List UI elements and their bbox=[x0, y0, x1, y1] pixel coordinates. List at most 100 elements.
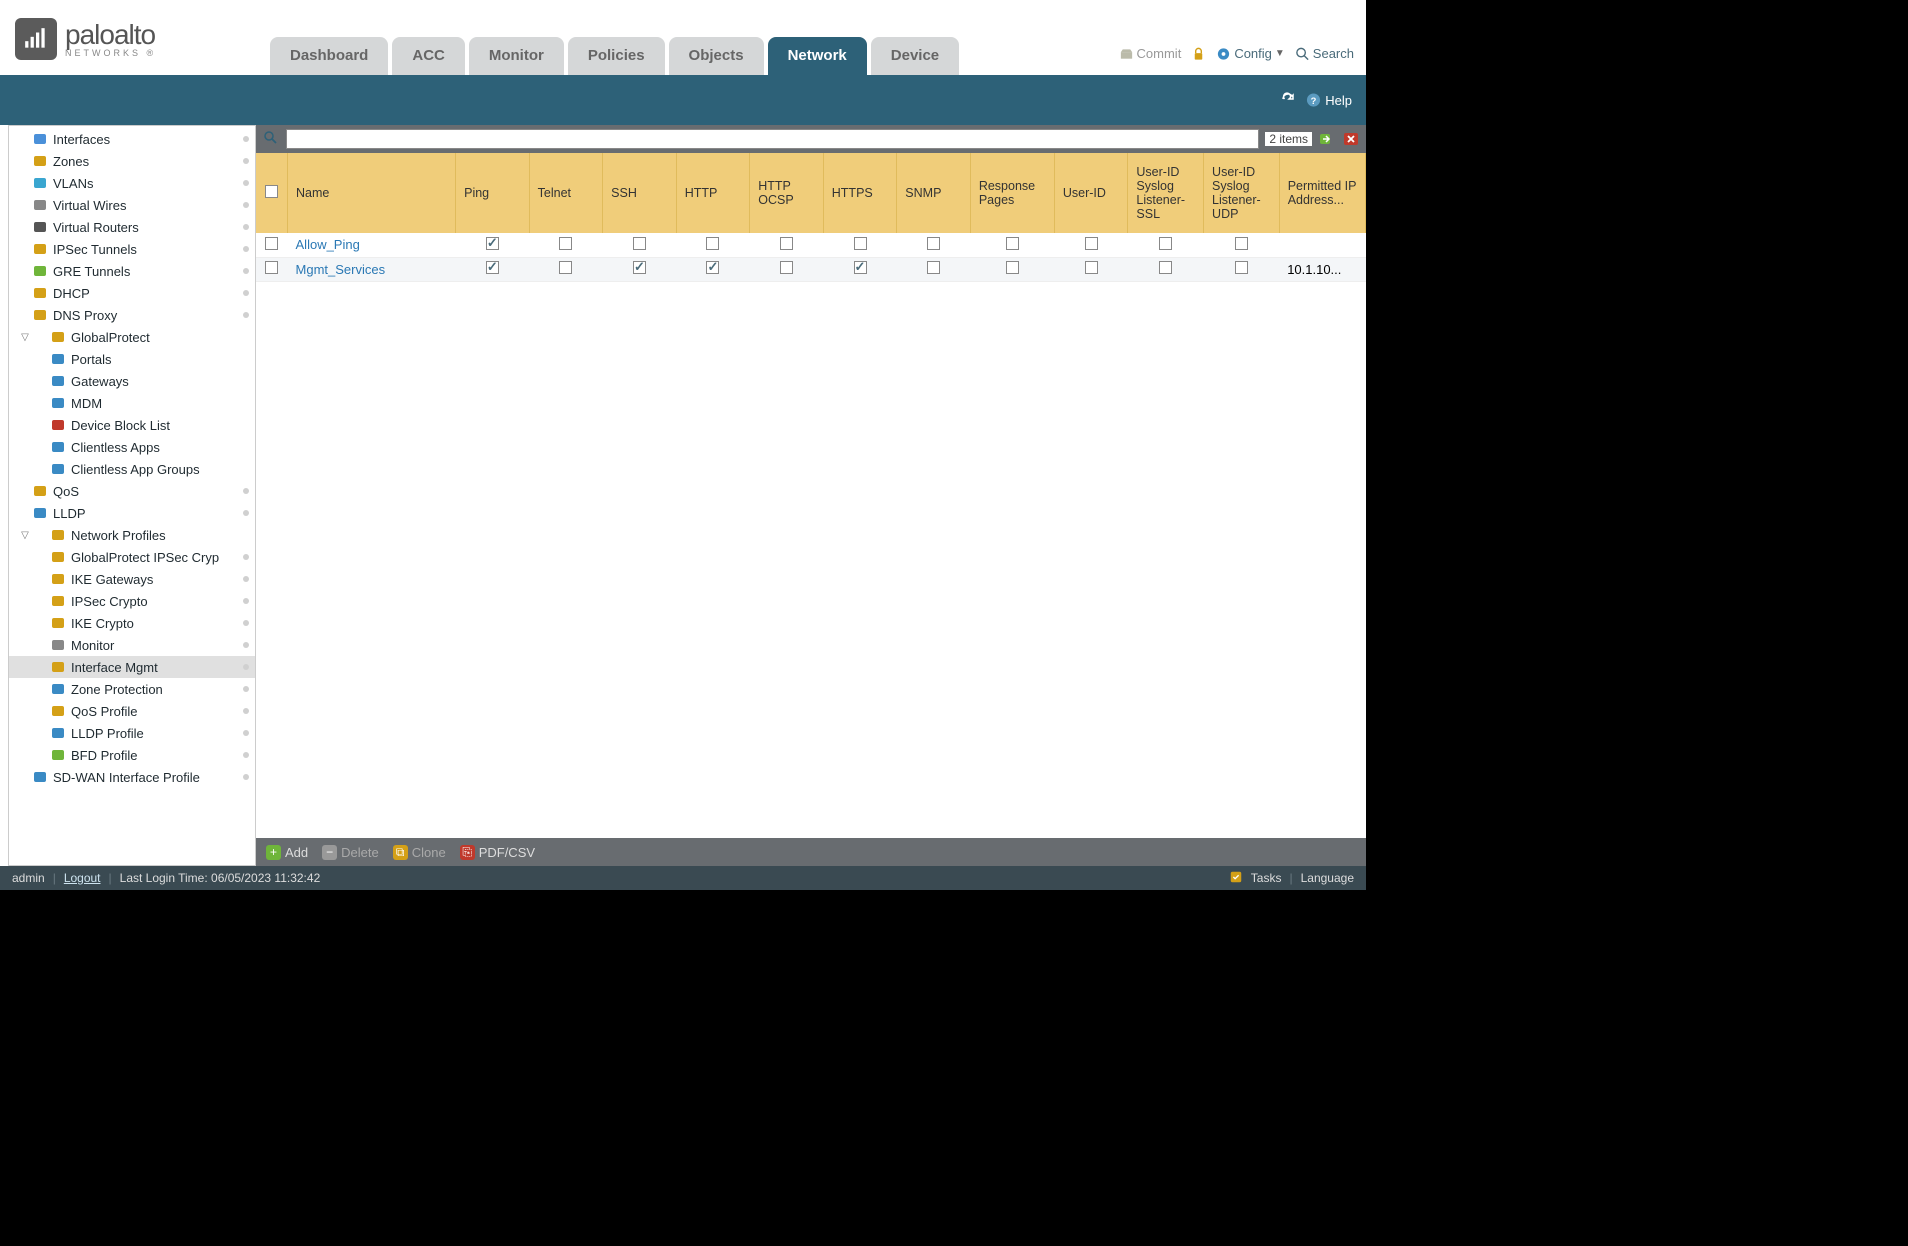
brand-text: paloalto NETWORKS ® bbox=[65, 21, 156, 58]
sidebar-item-virtual-wires[interactable]: Virtual Wires bbox=[9, 194, 255, 216]
col-http[interactable]: HTTP bbox=[676, 153, 750, 233]
tasks-link[interactable]: Tasks bbox=[1251, 871, 1282, 885]
table-row[interactable]: Mgmt_Services10.1.10... bbox=[256, 257, 1366, 281]
expander-icon[interactable]: ▽ bbox=[19, 332, 31, 343]
commit-label: Commit bbox=[1137, 46, 1182, 61]
config-dropdown[interactable]: Config ▼ bbox=[1216, 46, 1284, 61]
sidebar-item-qos[interactable]: QoS bbox=[9, 480, 255, 502]
brand-name: paloalto bbox=[65, 21, 156, 49]
sidebar-item-monitor[interactable]: Monitor bbox=[9, 634, 255, 656]
cell-checkbox bbox=[780, 261, 793, 274]
clear-filter-icon[interactable] bbox=[1342, 130, 1360, 148]
col-select-all[interactable] bbox=[256, 153, 288, 233]
tab-monitor[interactable]: Monitor bbox=[469, 37, 564, 75]
search-button[interactable]: Search bbox=[1295, 46, 1354, 61]
sidebar-item-gre-tunnels[interactable]: GRE Tunnels bbox=[9, 260, 255, 282]
tab-dashboard[interactable]: Dashboard bbox=[270, 37, 388, 75]
expander-icon[interactable]: ▽ bbox=[19, 530, 31, 541]
sidebar-item-ike-crypto[interactable]: IKE Crypto bbox=[9, 612, 255, 634]
row-checkbox[interactable] bbox=[265, 261, 278, 274]
tab-objects[interactable]: Objects bbox=[669, 37, 764, 75]
clone-button[interactable]: ⧉ Clone bbox=[393, 845, 446, 860]
config-label: Config bbox=[1234, 46, 1272, 61]
delete-button[interactable]: − Delete bbox=[322, 845, 379, 860]
col-ping[interactable]: Ping bbox=[456, 153, 530, 233]
status-dot-icon bbox=[243, 180, 249, 186]
sidebar-item-bfd-profile[interactable]: BFD Profile bbox=[9, 744, 255, 766]
sidebar-item-lldp[interactable]: LLDP bbox=[9, 502, 255, 524]
sidebar-item-interface-mgmt[interactable]: Interface Mgmt bbox=[9, 656, 255, 678]
brand-logo: paloalto NETWORKS ® bbox=[15, 18, 156, 60]
sidebar-item-zone-protection[interactable]: Zone Protection bbox=[9, 678, 255, 700]
language-link[interactable]: Language bbox=[1301, 871, 1354, 885]
col-user-id[interactable]: User-ID bbox=[1054, 153, 1128, 233]
col-ssh[interactable]: SSH bbox=[603, 153, 677, 233]
col-syslog-ssl[interactable]: User-ID Syslog Listener-SSL bbox=[1128, 153, 1204, 233]
cell-checkbox bbox=[486, 261, 499, 274]
commit-button[interactable]: Commit bbox=[1119, 46, 1182, 61]
sidebar-item-lldp-profile[interactable]: LLDP Profile bbox=[9, 722, 255, 744]
col-snmp[interactable]: SNMP bbox=[897, 153, 971, 233]
sidebar-item-ipsec-crypto[interactable]: IPSec Crypto bbox=[9, 590, 255, 612]
col-http-ocsp[interactable]: HTTP OCSP bbox=[750, 153, 824, 233]
sidebar-item-dns-proxy[interactable]: DNS Proxy bbox=[9, 304, 255, 326]
status-dot-icon bbox=[243, 554, 249, 560]
profile-name-link[interactable]: Mgmt_Services bbox=[296, 262, 386, 277]
profile-name-link[interactable]: Allow_Ping bbox=[296, 237, 360, 252]
sidebar-item-clientless-apps[interactable]: Clientless Apps bbox=[9, 436, 255, 458]
cell-checkbox bbox=[854, 261, 867, 274]
sidebar-item-portals[interactable]: Portals bbox=[9, 348, 255, 370]
tab-acc[interactable]: ACC bbox=[392, 37, 465, 75]
tab-device[interactable]: Device bbox=[871, 37, 959, 75]
sidebar-item-zones[interactable]: Zones bbox=[9, 150, 255, 172]
status-dot-icon bbox=[243, 202, 249, 208]
tab-network[interactable]: Network bbox=[768, 37, 867, 75]
sidebar-item-globalprotect-ipsec-crypto[interactable]: GlobalProtect IPSec Cryp bbox=[9, 546, 255, 568]
col-response-pages[interactable]: Response Pages bbox=[970, 153, 1054, 233]
sidebar-item-mdm[interactable]: MDM bbox=[9, 392, 255, 414]
sidebar-item-virtual-routers[interactable]: Virtual Routers bbox=[9, 216, 255, 238]
status-dot-icon bbox=[243, 158, 249, 164]
ike-gateways-icon bbox=[49, 571, 67, 587]
checkbox-icon[interactable] bbox=[265, 185, 278, 198]
table-row[interactable]: Allow_Ping bbox=[256, 233, 1366, 257]
col-https[interactable]: HTTPS bbox=[823, 153, 897, 233]
logout-link[interactable]: Logout bbox=[64, 871, 101, 885]
col-syslog-udp[interactable]: User-ID Syslog Listener-UDP bbox=[1204, 153, 1280, 233]
help-label: Help bbox=[1325, 93, 1352, 108]
status-dot-icon bbox=[243, 686, 249, 692]
sidebar-item-sd-wan-interface-profile[interactable]: SD-WAN Interface Profile bbox=[9, 766, 255, 788]
refresh-icon[interactable] bbox=[1280, 91, 1296, 110]
sidebar-item-label: QoS Profile bbox=[71, 704, 137, 719]
sidebar-item-gateways[interactable]: Gateways bbox=[9, 370, 255, 392]
tasks-icon[interactable] bbox=[1229, 870, 1243, 887]
sidebar-item-ike-gateways[interactable]: IKE Gateways bbox=[9, 568, 255, 590]
sidebar-item-interfaces[interactable]: Interfaces bbox=[9, 128, 255, 150]
apply-filter-icon[interactable] bbox=[1318, 130, 1336, 148]
sidebar-item-ipsec-tunnels[interactable]: IPSec Tunnels bbox=[9, 238, 255, 260]
row-checkbox[interactable] bbox=[265, 237, 278, 250]
sidebar-item-clientless-app-groups[interactable]: Clientless App Groups bbox=[9, 458, 255, 480]
sidebar-item-device-block-list[interactable]: Device Block List bbox=[9, 414, 255, 436]
sidebar-item-network-profiles[interactable]: ▽Network Profiles bbox=[9, 524, 255, 546]
sidebar-item-dhcp[interactable]: DHCP bbox=[9, 282, 255, 304]
virtual-wires-icon bbox=[31, 197, 49, 213]
col-name[interactable]: Name bbox=[288, 153, 456, 233]
help-button[interactable]: ? Help bbox=[1306, 93, 1352, 108]
col-permitted-ip[interactable]: Permitted IP Address... bbox=[1279, 153, 1365, 233]
sidebar-item-qos-profile[interactable]: QoS Profile bbox=[9, 700, 255, 722]
table-body: Allow_Ping Mgmt_Services10.1.10... bbox=[256, 233, 1366, 281]
filter-input[interactable] bbox=[286, 129, 1259, 149]
lock-icon[interactable] bbox=[1191, 46, 1206, 61]
status-dot-icon bbox=[243, 224, 249, 230]
footer-right: Tasks | Language bbox=[1229, 870, 1354, 887]
search-icon bbox=[1295, 46, 1310, 61]
add-button[interactable]: + Add bbox=[266, 845, 308, 860]
sidebar-item-globalprotect[interactable]: ▽GlobalProtect bbox=[9, 326, 255, 348]
status-dot-icon bbox=[243, 664, 249, 670]
col-telnet[interactable]: Telnet bbox=[529, 153, 603, 233]
pdf-csv-button[interactable]: ⎘ PDF/CSV bbox=[460, 845, 535, 860]
filter-search-icon[interactable] bbox=[262, 130, 280, 149]
sidebar-item-vlans[interactable]: VLANs bbox=[9, 172, 255, 194]
tab-policies[interactable]: Policies bbox=[568, 37, 665, 75]
